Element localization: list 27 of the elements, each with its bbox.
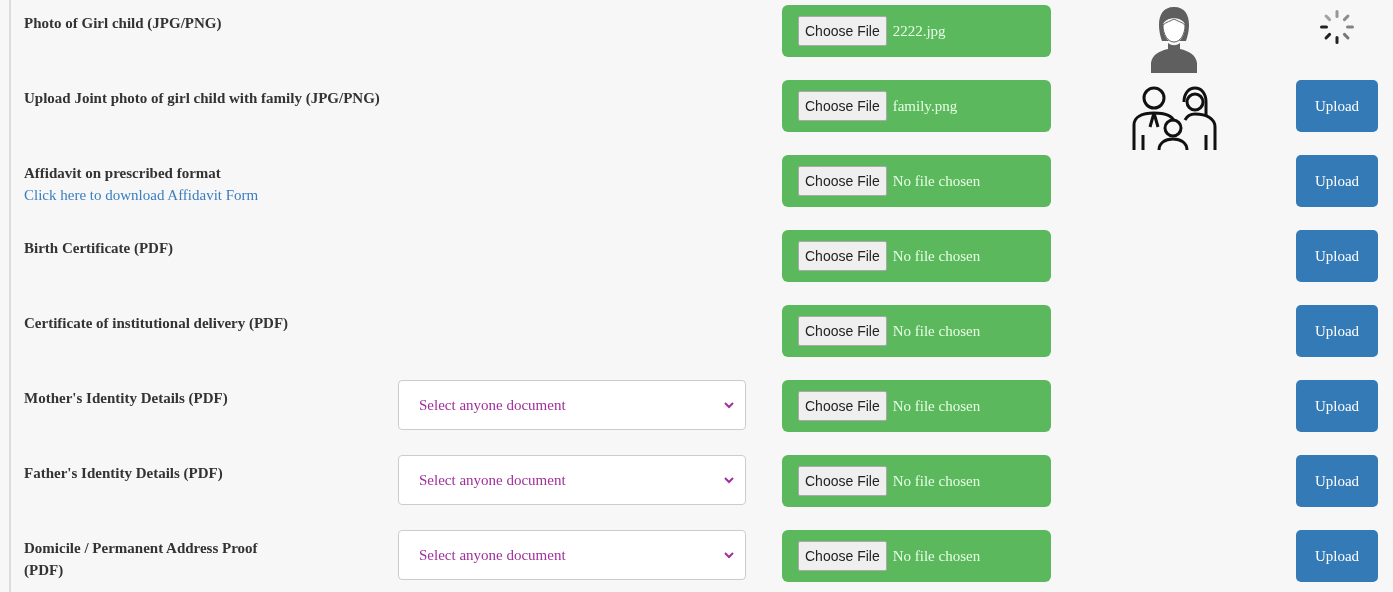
field-label: Mother's Identity Details (PDF) bbox=[24, 389, 228, 408]
upload-button[interactable]: Upload bbox=[1296, 230, 1378, 282]
download-link[interactable]: Click here to download Affidavit Form bbox=[24, 184, 259, 206]
upload-button[interactable]: Upload bbox=[1296, 80, 1378, 132]
file-input[interactable]: Choose File family.png bbox=[782, 80, 1051, 132]
document-select[interactable]: Select anyone document bbox=[398, 380, 746, 430]
field-label: Certificate of institutional delivery (PDF) bbox=[24, 314, 289, 333]
file-input[interactable]: Choose File No file chosen bbox=[782, 380, 1051, 432]
file-input[interactable]: Choose File No file chosen bbox=[782, 530, 1051, 582]
file-input[interactable]: Choose File No file chosen bbox=[782, 305, 1051, 357]
upload-button[interactable]: Upload bbox=[1296, 305, 1378, 357]
upload-button[interactable]: Upload bbox=[1296, 380, 1378, 432]
document-select[interactable]: Select anyone document bbox=[398, 530, 746, 580]
field-label: Affidavit on prescribed format bbox=[24, 164, 221, 183]
field-label: Upload Joint photo of girl child with family (JPG/PNG) bbox=[24, 89, 380, 108]
field-label: Domicile / Permanent Address Proof (PDF) bbox=[24, 539, 259, 580]
field-label: Photo of Girl child (JPG/PNG) bbox=[24, 14, 222, 33]
upload-button[interactable]: Upload bbox=[1296, 455, 1378, 507]
field-label: Birth Certificate (PDF) bbox=[24, 239, 174, 258]
field-label: Father's Identity Details (PDF) bbox=[24, 464, 223, 483]
document-select[interactable]: Select anyone document bbox=[398, 455, 746, 505]
file-input[interactable]: Choose File No file chosen bbox=[782, 230, 1051, 282]
file-input[interactable]: Choose File 2222.jpg bbox=[782, 5, 1051, 57]
upload-button[interactable]: Upload bbox=[1296, 155, 1378, 207]
upload-button[interactable]: Upload bbox=[1296, 530, 1378, 582]
file-input[interactable]: Choose File No file chosen bbox=[782, 455, 1051, 507]
file-input[interactable]: Choose File No file chosen bbox=[782, 155, 1051, 207]
